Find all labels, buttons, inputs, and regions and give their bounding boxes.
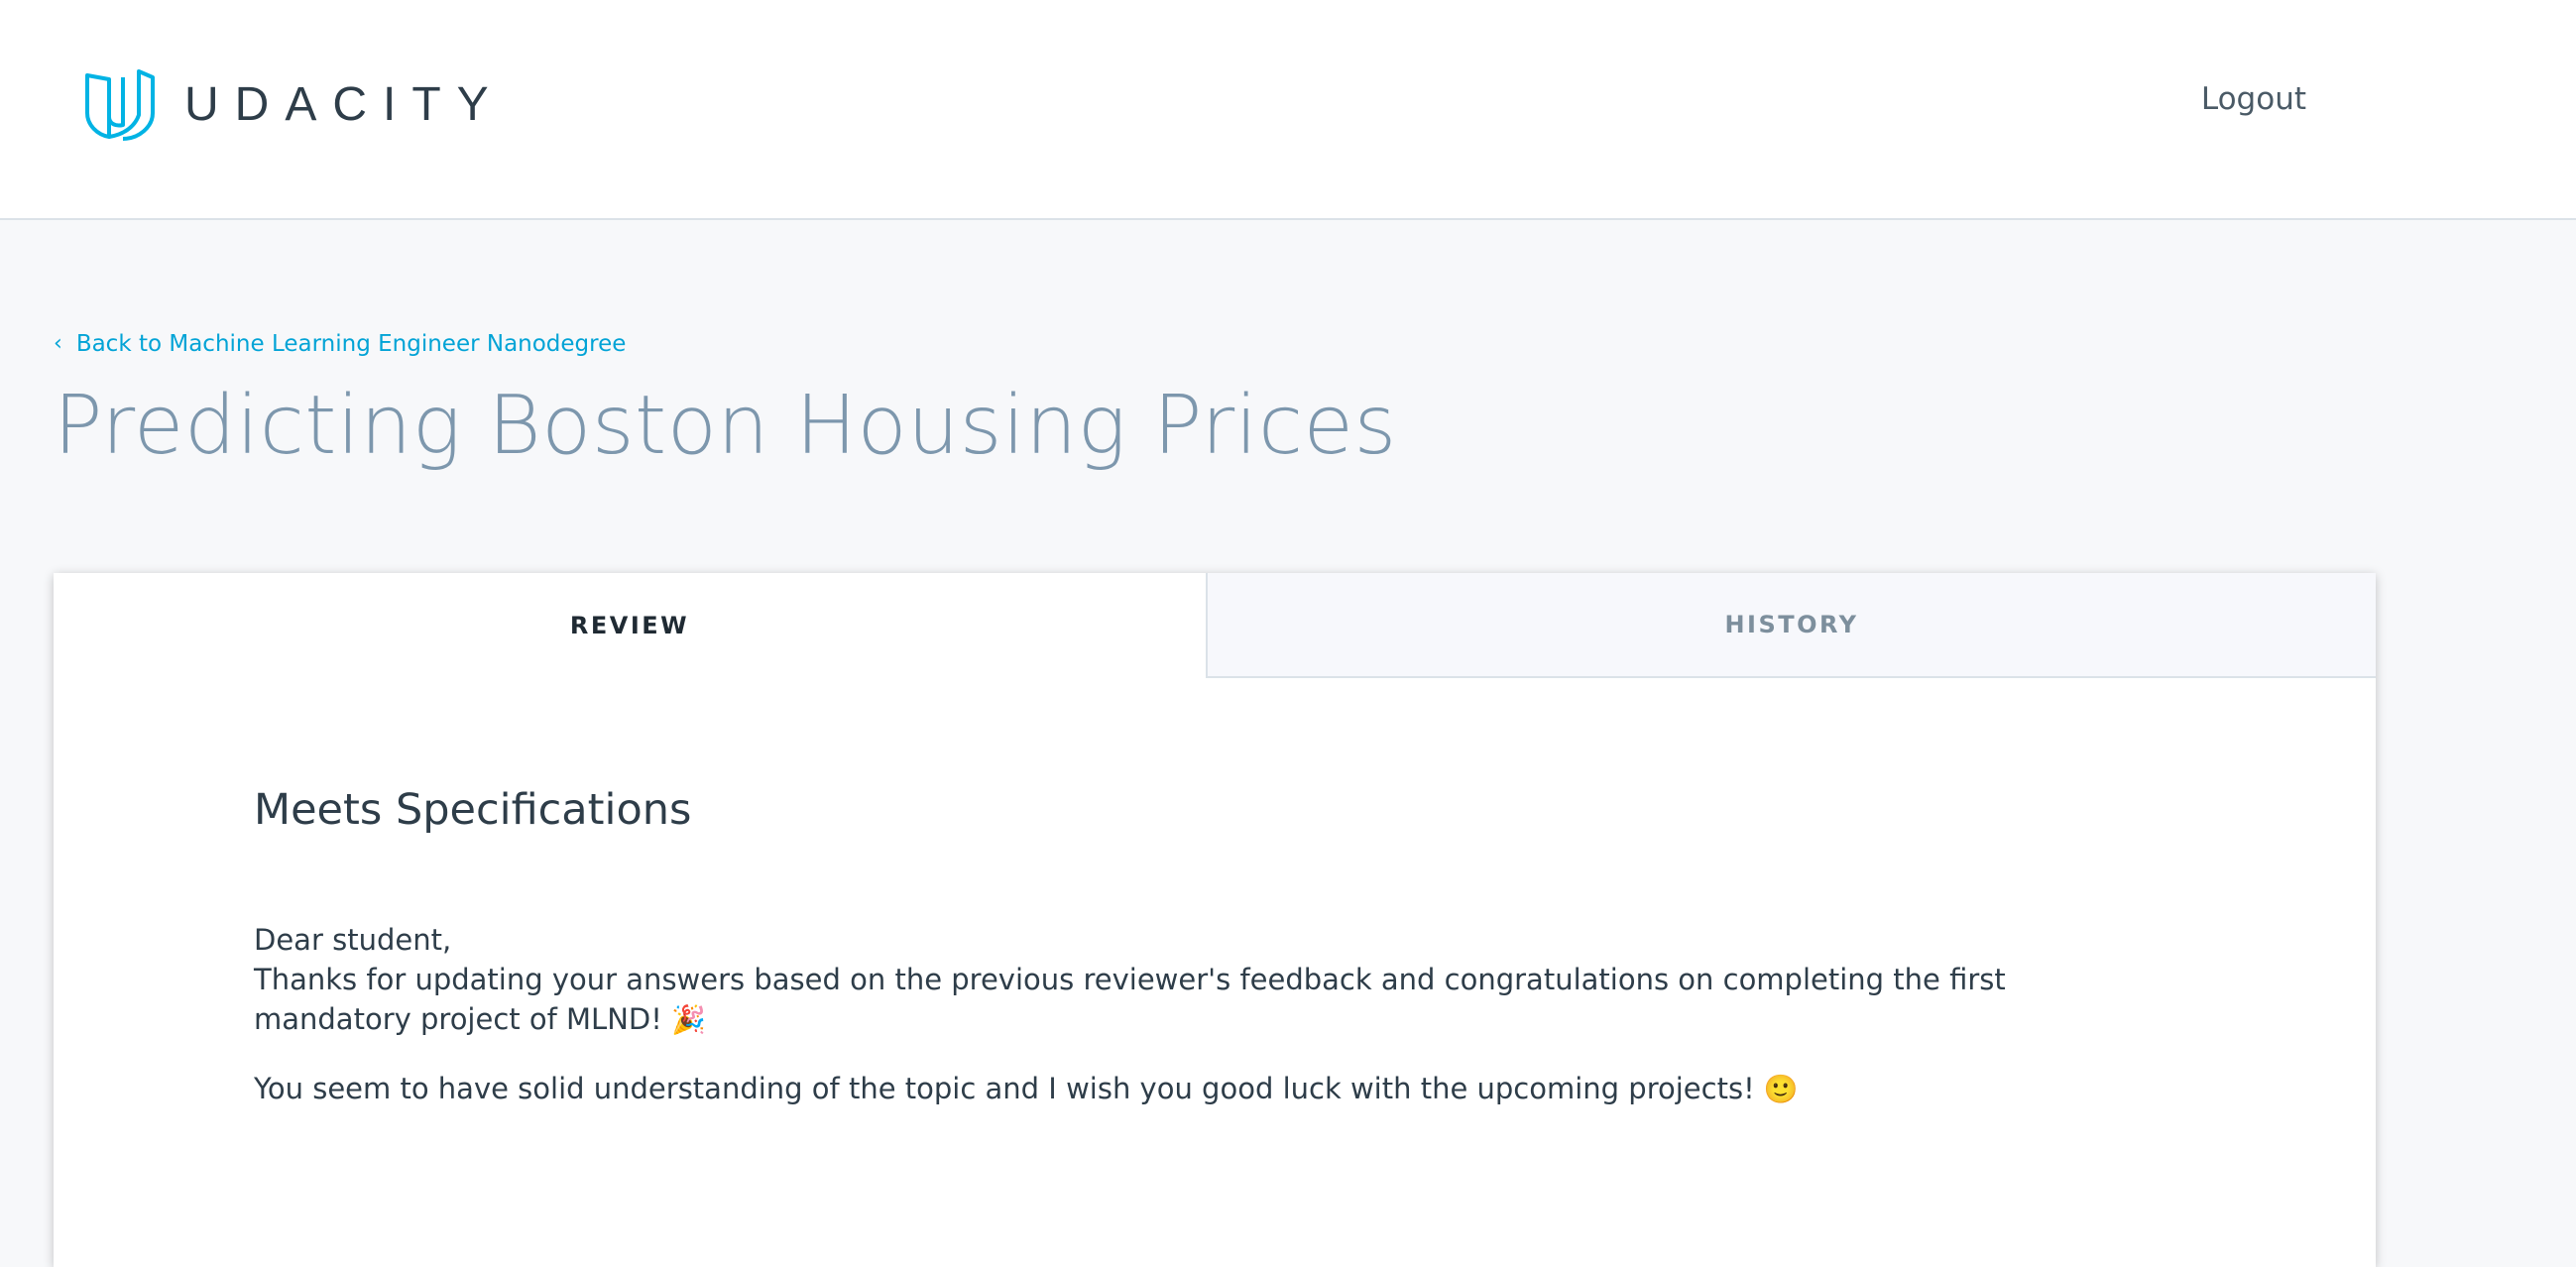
logo-wordmark: UDACITY [184,77,505,131]
party-popper-icon: 🎉 [671,1003,706,1036]
udacity-logo-icon [85,69,155,141]
page-title: Predicting Boston Housing Prices [54,379,1397,473]
tab-history[interactable]: HISTORY [1206,573,2376,678]
message-line-2: You seem to have solid understanding of … [254,1072,1755,1105]
logout-link[interactable]: Logout [2201,81,2306,117]
message-paragraph-1: Dear student, Thanks for updating your a… [254,920,2138,1040]
top-header: UDACITY Logout [0,0,2576,220]
reviewer-message: Dear student, Thanks for updating your a… [254,920,2138,1109]
message-line-1: Thanks for updating your answers based o… [254,963,2006,1036]
back-link-label: Back to Machine Learning Engineer Nanode… [75,331,627,357]
tab-review[interactable]: REVIEW [54,573,1206,678]
review-card: REVIEW HISTORY Meets Specifications Dear… [54,573,2376,1267]
udacity-logo[interactable]: UDACITY [83,67,505,141]
tab-bar: REVIEW HISTORY [54,573,2376,678]
smiley-icon: 🙂 [1763,1073,1799,1105]
review-body: Meets Specifications Dear student, Thank… [54,678,2376,1109]
back-to-nanodegree-link[interactable]: ‹ Back to Machine Learning Engineer Nano… [54,330,627,358]
message-greeting: Dear student, [254,923,452,957]
message-paragraph-2: You seem to have solid understanding of … [254,1069,2138,1109]
chevron-left-icon: ‹ [54,330,62,356]
review-status-heading: Meets Specifications [254,785,692,835]
